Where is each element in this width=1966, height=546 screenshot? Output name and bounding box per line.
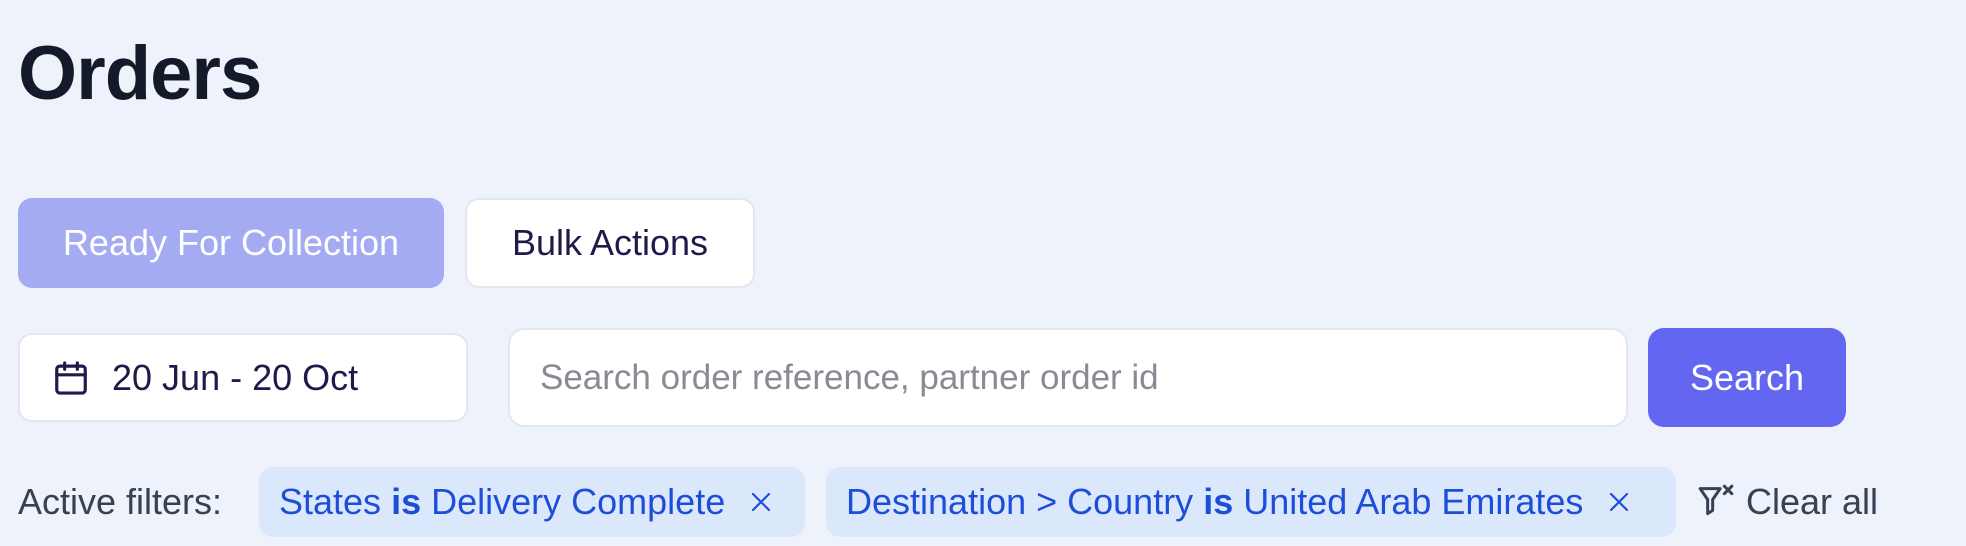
clear-all-filters-button[interactable]: Clear all: [1696, 478, 1878, 526]
active-filters-label: Active filters:: [18, 481, 223, 522]
bulk-actions-button[interactable]: Bulk Actions: [465, 198, 755, 288]
date-range-value: 20 Jun - 20 Oct: [112, 356, 359, 398]
filter-chip-text: States is Delivery Complete: [279, 481, 725, 523]
search-button[interactable]: Search: [1648, 328, 1846, 427]
filter-chip-text: Destination > Country is United Arab Emi…: [846, 481, 1583, 523]
filter-clear-icon: [1696, 482, 1736, 522]
filter-chip-operator: is: [1203, 481, 1234, 522]
orders-page: Orders Ready For Collection Bulk Actions…: [0, 0, 1966, 546]
filter-chip-value: United Arab Emirates: [1243, 481, 1584, 522]
page-title: Orders: [18, 31, 262, 116]
close-icon[interactable]: [1607, 490, 1631, 514]
filter-chip-field: Destination > Country: [846, 481, 1194, 522]
ready-for-collection-button[interactable]: Ready For Collection: [18, 198, 444, 288]
filter-chip-states: States is Delivery Complete: [259, 467, 805, 537]
filter-chip-field: States: [279, 481, 382, 522]
date-range-picker[interactable]: 20 Jun - 20 Oct: [18, 333, 468, 422]
search-input[interactable]: [508, 328, 1628, 427]
filter-chip-destination-country: Destination > Country is United Arab Emi…: [826, 467, 1676, 537]
filter-chip-operator: is: [391, 481, 422, 522]
calendar-icon: [52, 358, 90, 398]
close-icon[interactable]: [749, 490, 773, 514]
filter-chip-value: Delivery Complete: [431, 481, 726, 522]
clear-all-label: Clear all: [1746, 481, 1879, 522]
